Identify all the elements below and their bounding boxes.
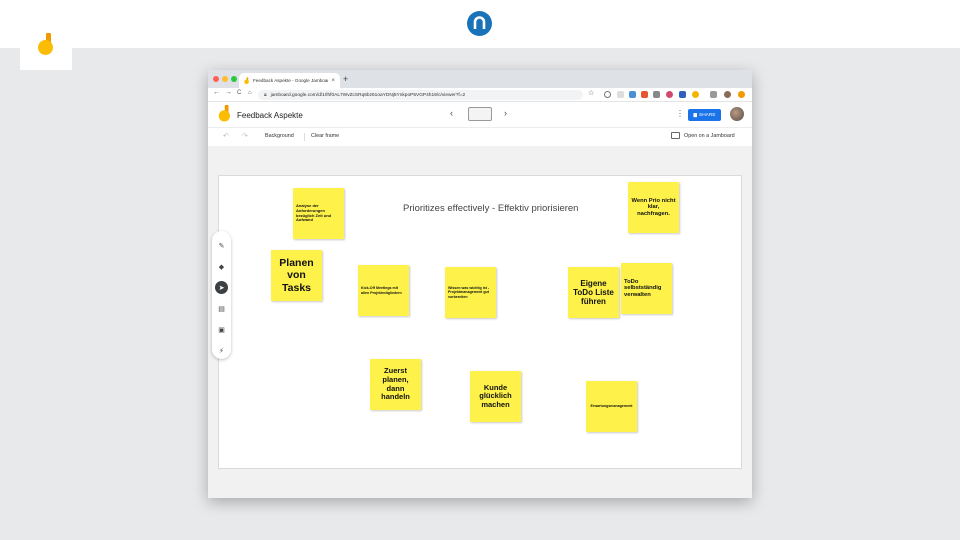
sticky-note-text: Erwartungsmanagement	[590, 404, 633, 409]
share-button-label: SHARE	[699, 112, 716, 118]
sticky-note-eigene-todo[interactable]: Eigene ToDo Liste führen	[568, 267, 619, 318]
slide-header	[0, 0, 960, 48]
extension-icon-10[interactable]	[738, 91, 745, 98]
open-on-jamboard-button[interactable]: Open on a Jamboard	[684, 133, 735, 139]
tab-close-icon[interactable]: ×	[331, 78, 335, 84]
background-button[interactable]: Background	[265, 133, 294, 139]
reload-button[interactable]: C	[237, 90, 241, 96]
more-options-icon[interactable]: ⋮	[676, 109, 684, 118]
sticky-note-tool-icon[interactable]: ▤	[215, 302, 228, 315]
jamboard-logo-ball	[218, 110, 230, 122]
share-button[interactable]: ▆ SHARE	[688, 109, 721, 121]
bookmark-star-icon[interactable]: ☆	[588, 89, 594, 97]
minimize-window-button[interactable]	[222, 76, 228, 82]
toolbar-divider	[304, 133, 305, 141]
n-logo-glyph	[473, 16, 486, 29]
eraser-tool-icon[interactable]: ◆	[215, 260, 228, 273]
redo-icon[interactable]: ↷	[242, 132, 248, 140]
extension-icon-5[interactable]	[653, 91, 660, 98]
extension-icon-7[interactable]	[679, 91, 686, 98]
prev-frame-button[interactable]: ‹	[450, 108, 453, 118]
lock-icon: 🔒︎	[264, 92, 267, 98]
sticky-note-text: Kunde glücklich machen	[479, 382, 512, 409]
app-bar: Feedback Aspekte ‹ › ⋮ ▆ SHARE	[208, 102, 752, 128]
browser-tab[interactable]: Feedback Aspekte - Google Jamboard ×	[239, 73, 340, 88]
browser-window: Feedback Aspekte - Google Jamboard × + ←…	[208, 70, 752, 498]
maximize-window-button[interactable]	[231, 76, 237, 82]
window-controls	[213, 76, 237, 82]
sticky-note-wenn-prio[interactable]: Wenn Prio nicht klar, nachfragen.	[628, 182, 679, 233]
n-logo-icon	[467, 11, 492, 36]
next-frame-button[interactable]: ›	[504, 108, 507, 118]
jamboard-icon	[37, 33, 55, 57]
home-button[interactable]: ⌂	[248, 90, 252, 96]
forward-button[interactable]: →	[225, 89, 232, 96]
sticky-note-planen-tasks[interactable]: Planen von Tasks	[271, 250, 322, 301]
sticky-note-text: Wenn Prio nicht klar, nachfragen.	[631, 197, 676, 217]
jamboard-logo-glyph	[218, 105, 232, 123]
tab-title: Feedback Aspekte - Google Jamboard	[253, 78, 329, 83]
share-icon: ▆	[693, 112, 697, 117]
close-window-button[interactable]	[213, 76, 219, 82]
tab-strip: Feedback Aspekte - Google Jamboard × +	[208, 70, 752, 88]
laser-tool-icon[interactable]: ⚡︎	[215, 344, 228, 357]
address-bar[interactable]: 🔒︎ jamboard.google.com/d/1rlhf0AL7WvZcSR…	[258, 90, 583, 100]
pen-tool-icon[interactable]: ✎	[215, 239, 228, 252]
tool-sidebar: ✎ ◆ ➤ ▤ ▣ ⚡︎	[212, 231, 231, 359]
jamboard-card	[20, 24, 72, 70]
frame-title-text[interactable]: Prioritizes effectively - Effektiv prior…	[403, 203, 578, 214]
cast-icon	[671, 132, 680, 139]
workspace: Prioritizes effectively - Effektiv prior…	[208, 146, 752, 498]
undo-icon[interactable]: ↶	[223, 132, 229, 140]
extension-icon-1[interactable]	[604, 91, 611, 98]
extension-icon-2[interactable]	[617, 91, 624, 98]
sticky-note-text: Zuerst planen, dann handeln	[381, 366, 410, 402]
jamboard-glyph	[37, 33, 55, 57]
document-title[interactable]: Feedback Aspekte	[237, 111, 303, 120]
sticky-note-text: Analyse der Anforderungen bezüglich Zeit…	[296, 203, 332, 223]
tab-favicon-ball	[244, 79, 249, 84]
profile-avatar-icon[interactable]	[724, 91, 731, 98]
jamboard-ball	[38, 40, 53, 55]
sticky-note-text: ToDo selbstständig verwalten	[624, 278, 662, 298]
extension-icon-4[interactable]	[641, 91, 648, 98]
sticky-note-kickoff[interactable]: Kick-Off Meetings mit allen Projektmitgl…	[358, 265, 409, 316]
image-tool-icon[interactable]: ▣	[215, 323, 228, 336]
sticky-note-todo-selbst[interactable]: ToDo selbstständig verwalten	[621, 263, 672, 314]
back-button[interactable]: ←	[213, 89, 220, 96]
sticky-note-text: Wissen was wichtig ist - Projektmanageme…	[448, 286, 490, 299]
extension-icon-8[interactable]	[692, 91, 699, 98]
sticky-note-text: Eigene ToDo Liste führen	[573, 278, 614, 307]
extension-icon-9[interactable]	[710, 91, 717, 98]
sticky-note-erwartung[interactable]: Erwartungsmanagement	[586, 381, 637, 432]
omnibar: ← → C ⌂ 🔒︎ jamboard.google.com/d/1rlhf0A…	[208, 88, 752, 102]
select-tool-icon[interactable]: ➤	[215, 281, 228, 294]
extension-icon-6[interactable]	[666, 91, 673, 98]
sticky-note-text: Planen von Tasks	[279, 257, 314, 294]
sticky-note-analyse[interactable]: Analyse der Anforderungen bezüglich Zeit…	[293, 188, 344, 239]
clear-frame-button[interactable]: Clear frame	[311, 133, 339, 139]
tab-favicon-icon	[244, 76, 249, 84]
sticky-note-kunde[interactable]: Kunde glücklich machen	[470, 371, 521, 422]
user-avatar[interactable]	[730, 107, 744, 121]
url-text: jamboard.google.com/d/1rlhf0AL7WvZcSRq6b…	[270, 92, 466, 98]
jam-canvas[interactable]: Prioritizes effectively - Effektiv prior…	[218, 175, 742, 469]
edit-toolbar: ↶ ↷ Background Clear frame Open on a Jam…	[208, 128, 752, 146]
jamboard-logo-icon	[218, 105, 232, 123]
sticky-note-text: Kick-Off Meetings mit allen Projektmitgl…	[361, 286, 402, 295]
sticky-note-zuerst-planen[interactable]: Zuerst planen, dann handeln	[370, 359, 421, 410]
new-tab-button[interactable]: +	[343, 74, 348, 84]
frame-thumbnail[interactable]	[468, 107, 492, 121]
extension-icon-3[interactable]	[629, 91, 636, 98]
sticky-note-wissen[interactable]: Wissen was wichtig ist - Projektmanageme…	[445, 267, 496, 318]
